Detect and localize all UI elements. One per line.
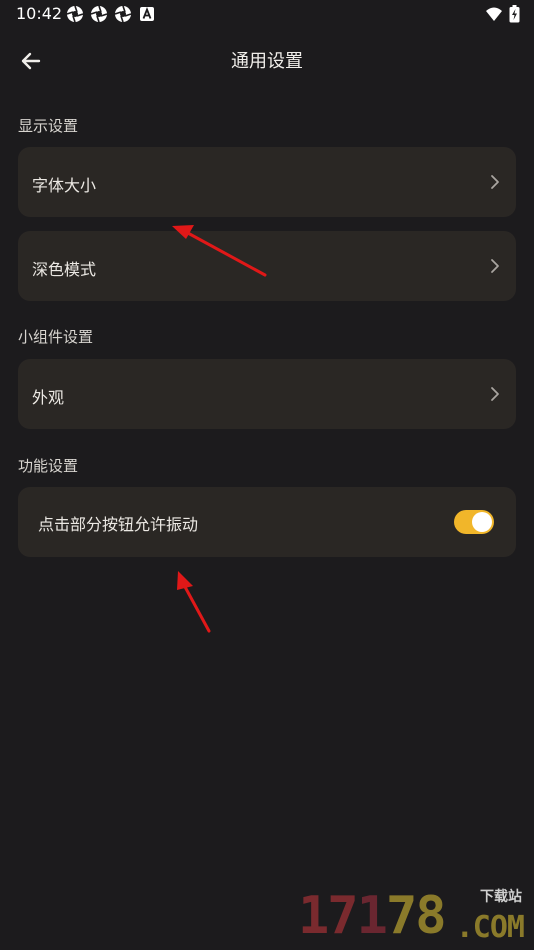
vibration-setting-label: 点击部分按钮允许振动 <box>38 515 199 534</box>
watermark-domain: .COM <box>455 910 525 945</box>
annotation-arrow-vibration <box>177 571 211 633</box>
chevron-right-icon <box>491 387 499 401</box>
system-icons <box>485 5 520 23</box>
chevron-right-icon <box>491 259 499 273</box>
vibration-toggle[interactable] <box>454 510 494 534</box>
watermark-site-label: 下载站 <box>480 889 522 905</box>
chevron-right-icon <box>491 175 499 189</box>
section-label-widget: 小组件设置 <box>18 328 94 346</box>
aperture-icon <box>66 5 84 23</box>
wifi-icon <box>486 7 502 21</box>
aperture-icon <box>90 5 108 23</box>
watermark-logo: 17178 下载站 .COM <box>298 886 528 946</box>
dark-mode-label: 深色模式 <box>32 260 97 279</box>
a-badge-icon <box>140 7 154 21</box>
battery-charging-icon <box>509 5 520 23</box>
annotation-arrows <box>172 225 267 633</box>
status-time: 10:42 <box>16 4 63 23</box>
status-bar: 10:42 <box>0 0 534 28</box>
section-label-display: 显示设置 <box>18 117 79 135</box>
appearance-label: 外观 <box>32 388 65 407</box>
notification-icons <box>66 5 156 23</box>
font-size-item[interactable]: 字体大小 <box>18 147 516 217</box>
toggle-knob <box>472 512 492 532</box>
dark-mode-item[interactable]: 深色模式 <box>18 231 516 301</box>
page-title: 通用设置 <box>231 51 303 72</box>
section-label-function: 功能设置 <box>18 457 79 475</box>
aperture-icon <box>114 5 132 23</box>
appearance-item[interactable]: 外观 <box>18 359 516 429</box>
vibration-setting-item: 点击部分按钮允许振动 <box>18 487 516 557</box>
app-bar: 通用设置 <box>0 36 534 84</box>
watermark-number: 17178 <box>298 886 447 946</box>
font-size-label: 字体大小 <box>32 176 97 195</box>
